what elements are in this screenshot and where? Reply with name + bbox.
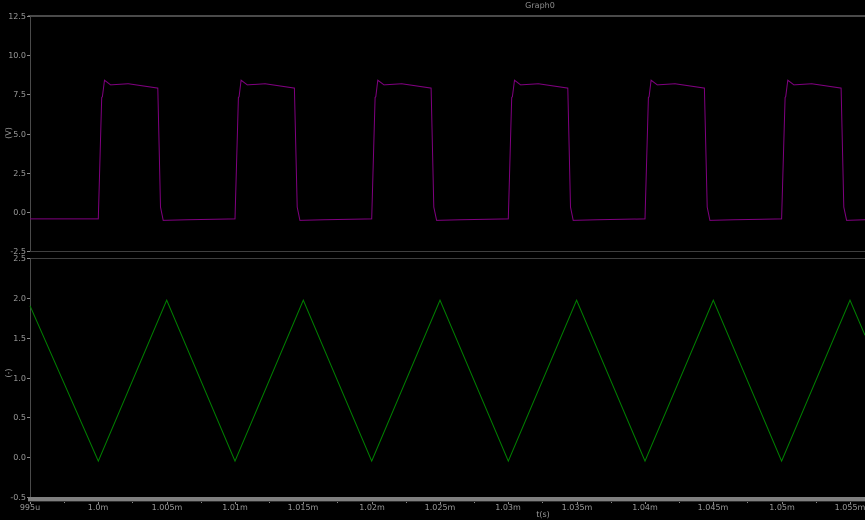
x-axis-tick-label: 1.045m <box>691 503 735 512</box>
x-axis-tick-label: 1.03m <box>486 503 530 512</box>
y-axis-line-panel-1 <box>30 258 31 497</box>
y-axis-tick-label: 0.5 <box>0 413 26 422</box>
x-axis-tick-label: 1.01m <box>213 503 257 512</box>
y-axis-tick-label: 1.5 <box>0 334 26 343</box>
y-tick-mark <box>27 298 30 299</box>
y-axis-tick-label: 10.0 <box>0 51 26 60</box>
plot-canvas[interactable] <box>0 0 865 520</box>
y-axis-tick-label: 2.5 <box>0 254 26 263</box>
top-panel-bottom-border <box>28 251 865 252</box>
bottom-panel-top-border <box>28 258 865 259</box>
y-axis-tick-label: 0.0 <box>0 208 26 217</box>
y-axis-tick-label: -0.5 <box>0 493 26 502</box>
y-tick-mark <box>27 378 30 379</box>
y-axis-tick-label: 2.5 <box>0 169 26 178</box>
x-axis-tick-label: 1.035m <box>555 503 599 512</box>
x-axis-tick-label: 1.05m <box>760 503 804 512</box>
y-tick-mark <box>27 457 30 458</box>
plot-frame-top-border <box>28 15 865 17</box>
x-axis-tick-label: 1.02m <box>350 503 394 512</box>
y-tick-mark <box>27 338 30 339</box>
x-axis-baseline-bar <box>28 497 865 502</box>
y-tick-mark <box>27 417 30 418</box>
y-axis-tick-label: 0.0 <box>0 453 26 462</box>
x-axis-unit-label: t(s) <box>528 510 558 519</box>
y-tick-mark <box>27 212 30 213</box>
y-axis-line-panel-0 <box>30 16 31 251</box>
y-tick-mark <box>27 173 30 174</box>
x-axis-tick-label: 1.005m <box>145 503 189 512</box>
triangle-wave-trace <box>30 300 865 461</box>
y-tick-mark <box>27 55 30 56</box>
x-axis-tick-label: 995u <box>8 503 52 512</box>
y-axis-unit-label-bottom: (-) <box>4 364 14 382</box>
y-axis-tick-label: 12.5 <box>0 12 26 21</box>
y-axis-unit-label-top: (V) <box>4 124 14 142</box>
y-tick-mark <box>27 251 30 252</box>
x-axis-tick-label: 1.0m <box>76 503 120 512</box>
square-wave-trace <box>30 80 865 220</box>
y-tick-mark <box>27 258 30 259</box>
y-tick-mark <box>27 134 30 135</box>
x-axis-tick-label: 1.055m <box>828 503 865 512</box>
x-axis-tick-label: 1.04m <box>623 503 667 512</box>
x-axis-tick-label: 1.025m <box>418 503 462 512</box>
x-axis-tick-label: 1.015m <box>281 503 325 512</box>
y-axis-tick-label: 7.5 <box>0 90 26 99</box>
y-axis-tick-label: 2.0 <box>0 294 26 303</box>
graph-window: Graph0 12.510.07.55.02.50.0-2.52.52.01.5… <box>0 0 865 520</box>
y-tick-mark <box>27 94 30 95</box>
y-tick-mark <box>27 16 30 17</box>
